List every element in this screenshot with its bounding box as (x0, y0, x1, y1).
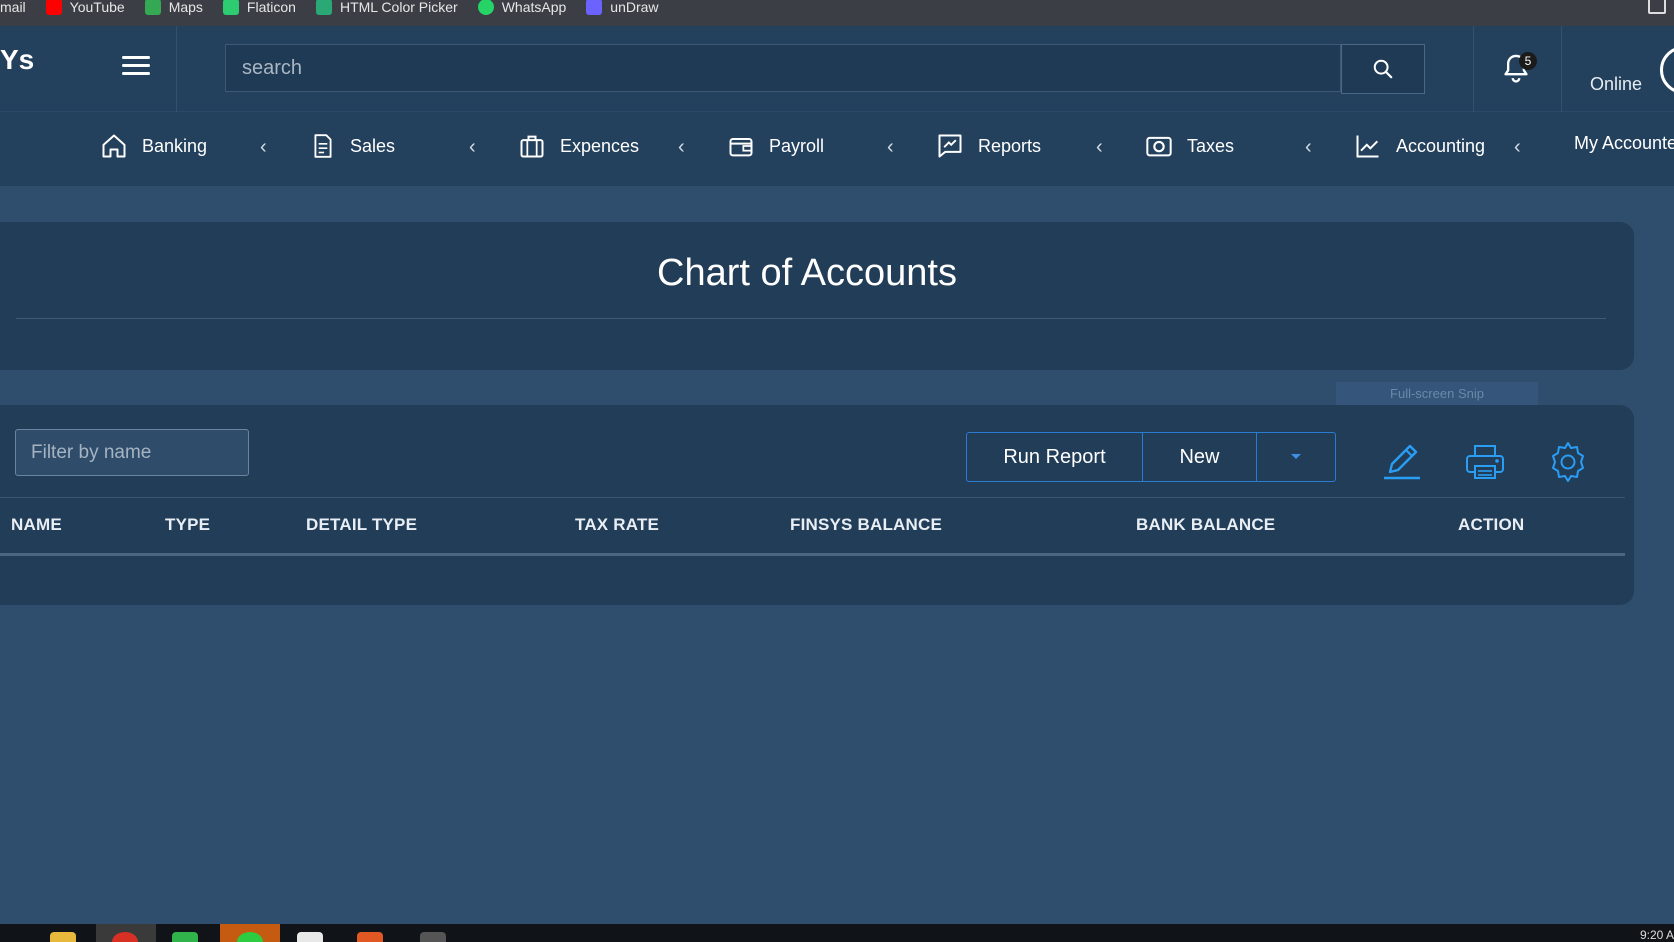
youtube-icon (45, 0, 62, 15)
nav-item-my-accountent[interactable]: My Accountent (1574, 133, 1674, 154)
os-taskbar: 9:20 A (0, 924, 1674, 942)
bookmark-label: HTML Color Picker (339, 0, 458, 15)
edit-icon[interactable] (1380, 440, 1424, 484)
chevron-left-icon[interactable]: ‹ (260, 136, 267, 159)
divider (16, 318, 1606, 319)
app-icon[interactable] (357, 932, 383, 942)
home-icon (102, 134, 126, 158)
column-header-type[interactable]: TYPE (165, 515, 210, 535)
taskbar-clock: 9:20 A (1639, 928, 1674, 942)
divider (1473, 26, 1474, 112)
main-nav: Banking ‹ Sales ‹ Expences ‹ Payroll ‹ R… (0, 112, 1674, 186)
notification-count-badge: 5 (1519, 52, 1537, 70)
bookmark-label: WhatsApp (501, 0, 567, 15)
briefcase-icon (520, 135, 544, 158)
file-explorer-icon[interactable] (50, 932, 76, 942)
column-header-detail-type[interactable]: DETAIL TYPE (306, 515, 417, 535)
bookmark-undraw[interactable]: unDraw (586, 0, 659, 15)
nav-label: Accounting (1396, 135, 1486, 156)
page-title: Chart of Accounts (657, 252, 957, 294)
printer-icon[interactable] (1463, 440, 1507, 484)
hamburger-menu-icon[interactable] (122, 56, 150, 78)
reading-list-icon[interactable] (1648, 0, 1666, 14)
bookmark-label: unDraw (610, 0, 659, 15)
caret-down-icon (1291, 454, 1301, 459)
notepad-icon[interactable] (297, 932, 323, 942)
nav-item-payroll[interactable]: Payroll (727, 132, 824, 160)
full-screen-snip-tooltip: Full-screen Snip (1336, 382, 1538, 406)
nav-item-expences[interactable]: Expences (518, 132, 639, 160)
chart-edit-icon (938, 134, 962, 158)
nav-label: Payroll (769, 135, 825, 156)
gear-icon[interactable] (1546, 440, 1590, 484)
column-header-name[interactable]: NAME (11, 515, 62, 535)
column-header-action[interactable]: ACTION (1458, 515, 1524, 535)
divider (0, 497, 1625, 498)
filter-by-name-input[interactable] (15, 429, 249, 476)
brand-logo: Ys (0, 44, 35, 75)
maps-icon (144, 0, 161, 15)
nav-label: My Accountent (1574, 133, 1674, 153)
bookmark-label: mail (0, 0, 26, 15)
taskbar-item-active[interactable] (96, 924, 156, 942)
wallet-icon (729, 138, 753, 157)
bookmark-label: YouTube (69, 0, 125, 15)
nav-item-accounting[interactable]: Accounting (1354, 132, 1485, 160)
page-header-card: Chart of Accounts (0, 222, 1634, 370)
nav-item-taxes[interactable]: Taxes (1145, 132, 1234, 160)
bookmark-label: Maps (168, 0, 203, 15)
chrome-icon (112, 932, 138, 942)
flaticon-icon (222, 0, 239, 15)
nav-label: Sales (350, 135, 396, 156)
nav-label: Taxes (1187, 135, 1235, 156)
chevron-left-icon[interactable]: ‹ (1305, 136, 1312, 159)
column-header-bank-balance[interactable]: BANK BALANCE (1136, 515, 1275, 535)
app-icon[interactable] (172, 932, 198, 942)
chevron-left-icon[interactable]: ‹ (469, 136, 476, 159)
bookmark-mail[interactable]: mail (0, 0, 26, 15)
nav-item-sales[interactable]: Sales (310, 132, 395, 160)
search-icon (1373, 59, 1393, 79)
whatsapp-icon (477, 0, 494, 15)
chevron-left-icon[interactable]: ‹ (887, 136, 894, 159)
search-bar (225, 44, 1425, 94)
search-input[interactable] (225, 44, 1341, 92)
nav-item-reports[interactable]: Reports (936, 132, 1041, 160)
divider (0, 553, 1625, 556)
run-report-button[interactable]: Run Report (967, 433, 1143, 481)
camera-icon (1146, 136, 1172, 157)
bookmark-youtube[interactable]: YouTube (45, 0, 125, 15)
chevron-left-icon[interactable]: ‹ (678, 136, 685, 159)
new-dropdown-button[interactable] (1257, 433, 1335, 481)
app-icon[interactable] (420, 932, 446, 942)
nav-label: Expences (560, 135, 640, 156)
column-header-finsys-balance[interactable]: FINSYS BALANCE (790, 515, 942, 535)
top-header: Ys 5 Online (0, 26, 1674, 112)
nav-label: Reports (978, 135, 1042, 156)
chevron-left-icon[interactable]: ‹ (1096, 136, 1103, 159)
divider (1561, 26, 1562, 112)
bookmarks-bar: mail YouTube Maps Flaticon HTML Color Pi… (0, 0, 1674, 26)
new-button[interactable]: New (1143, 433, 1257, 481)
avatar[interactable] (1660, 46, 1674, 94)
spotify-icon (237, 932, 263, 942)
bookmark-flaticon[interactable]: Flaticon (222, 0, 296, 15)
bookmark-whatsapp[interactable]: WhatsApp (477, 0, 567, 15)
report-button-group: Run Report New (966, 432, 1336, 482)
undraw-icon (586, 0, 603, 15)
line-chart-icon (1356, 135, 1379, 158)
document-icon (314, 134, 332, 158)
bookmark-maps[interactable]: Maps (144, 0, 203, 15)
chevron-left-icon[interactable]: ‹ (1514, 136, 1521, 159)
nav-item-banking[interactable]: Banking (100, 132, 207, 160)
user-status: Online (1590, 74, 1643, 94)
bookmark-html-color-picker[interactable]: HTML Color Picker (315, 0, 458, 15)
bookmark-label: Flaticon (246, 0, 296, 15)
nav-label: Banking (142, 135, 208, 156)
search-button[interactable] (1341, 44, 1425, 94)
color-picker-icon (315, 0, 332, 15)
taskbar-item[interactable] (220, 924, 280, 942)
divider (176, 26, 177, 112)
column-header-tax-rate[interactable]: TAX RATE (575, 515, 659, 535)
